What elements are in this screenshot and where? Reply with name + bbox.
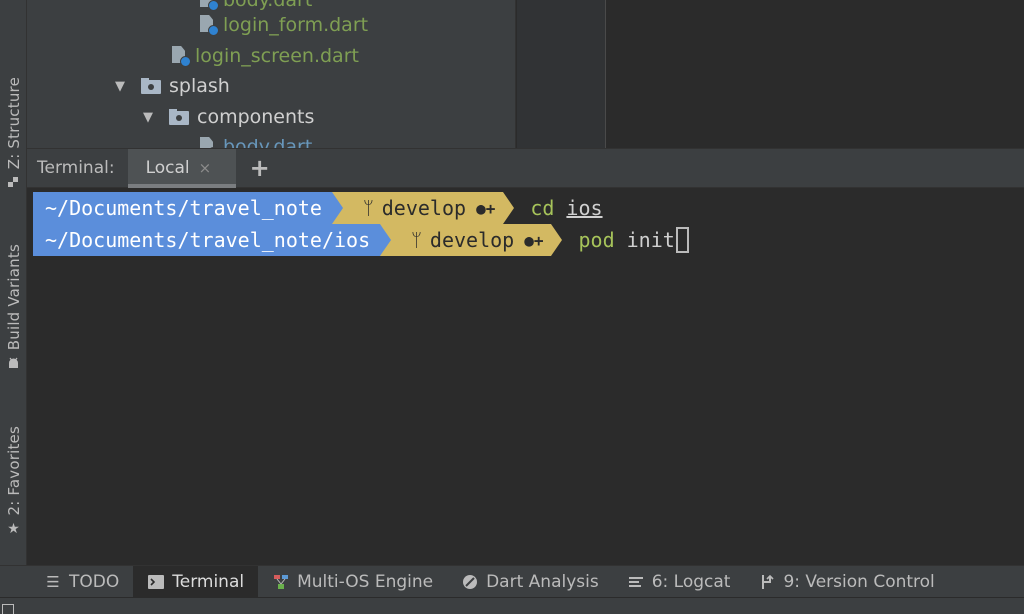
segment-separator bbox=[503, 192, 515, 224]
tree-item-login-form[interactable]: login_form.dart bbox=[199, 11, 368, 39]
folder-icon bbox=[141, 78, 161, 94]
android-icon bbox=[7, 356, 21, 370]
structure-icon bbox=[7, 175, 21, 189]
new-terminal-button[interactable]: + bbox=[250, 154, 270, 182]
prompt-line: ~/Documents/travel_note ᛘ develop ●+ cd … bbox=[33, 192, 603, 224]
prompt-branch: develop bbox=[429, 228, 515, 252]
terminal-tab-label: Terminal bbox=[172, 571, 245, 592]
git-branch-icon: ᛘ bbox=[362, 197, 374, 219]
terminal-output[interactable]: ~/Documents/travel_note ᛘ develop ●+ cd … bbox=[27, 188, 1024, 565]
segment-separator bbox=[380, 224, 392, 256]
multi-os-icon bbox=[272, 573, 290, 591]
logcat-tab[interactable]: 6: Logcat bbox=[613, 566, 745, 598]
terminal-cursor bbox=[675, 227, 689, 253]
structure-tab[interactable]: Z: Structure bbox=[0, 66, 27, 200]
prompt-path: ~/Documents/travel_note/ios bbox=[33, 224, 381, 256]
prompt-branch: develop bbox=[381, 196, 467, 220]
key-icon: ●+ bbox=[476, 198, 496, 218]
project-tree: body.dart login_form.dart login_screen.d… bbox=[27, 0, 516, 148]
todo-tab[interactable]: ☰ TODO bbox=[30, 566, 133, 598]
multi-os-engine-tab-label: Multi-OS Engine bbox=[297, 571, 434, 592]
active-tab-indicator bbox=[127, 183, 236, 188]
tree-item-label: login_screen.dart bbox=[195, 45, 359, 67]
tree-item-body-dart-2[interactable]: body.dart bbox=[199, 133, 312, 148]
favorites-tab-label: 2: Favorites bbox=[4, 426, 23, 516]
prompt-git-segment: ᛘ develop ●+ bbox=[391, 224, 552, 256]
multi-os-engine-tab[interactable]: Multi-OS Engine bbox=[258, 566, 447, 598]
tree-item-splash[interactable]: ▼ splash bbox=[115, 72, 230, 100]
dart-analysis-icon bbox=[461, 573, 479, 591]
terminal-header: Terminal: Local × + bbox=[27, 148, 1024, 188]
build-variants-tab[interactable]: Build Variants bbox=[0, 232, 27, 382]
version-control-icon bbox=[758, 573, 776, 591]
dart-file-icon bbox=[171, 45, 191, 67]
tool-windows-toggle-icon[interactable] bbox=[2, 604, 14, 614]
logcat-tab-label: 6: Logcat bbox=[651, 571, 731, 592]
tree-item-label: login_form.dart bbox=[223, 14, 369, 36]
editor-gutter-panel bbox=[517, 0, 605, 148]
prompt-line: ~/Documents/travel_note/ios ᛘ develop ●+… bbox=[33, 224, 689, 256]
expand-arrow-icon[interactable]: ▼ bbox=[143, 110, 157, 125]
dart-file-icon bbox=[199, 0, 219, 11]
tree-item-label: body.dart bbox=[223, 0, 313, 11]
segment-separator bbox=[331, 192, 343, 224]
status-bar bbox=[0, 597, 1024, 614]
version-control-tab-label: 9: Version Control bbox=[783, 571, 935, 592]
tree-item-components[interactable]: ▼ components bbox=[143, 103, 314, 131]
dart-file-icon bbox=[199, 136, 219, 148]
version-control-tab[interactable]: 9: Version Control bbox=[744, 566, 948, 598]
close-icon[interactable]: × bbox=[199, 159, 212, 177]
terminal-title: Terminal: bbox=[37, 158, 115, 178]
star-icon: ★ bbox=[7, 520, 20, 537]
structure-tab-label: Z: Structure bbox=[4, 76, 23, 170]
terminal-icon bbox=[147, 573, 165, 591]
git-branch-icon: ᛘ bbox=[411, 229, 422, 251]
list-icon: ☰ bbox=[46, 572, 60, 591]
editor-area bbox=[605, 0, 1024, 148]
tree-item-label: splash bbox=[169, 75, 230, 97]
command-text: pod bbox=[578, 228, 615, 252]
favorites-tab[interactable]: ★ 2: Favorites bbox=[0, 412, 27, 550]
command-argument: ios bbox=[566, 196, 603, 220]
expand-arrow-icon[interactable]: ▼ bbox=[115, 79, 129, 94]
todo-tab-label: TODO bbox=[69, 571, 120, 592]
tree-item-login-screen[interactable]: login_screen.dart bbox=[171, 42, 359, 70]
terminal-tab-label: Local bbox=[145, 158, 190, 178]
prompt-path: ~/Documents/travel_note bbox=[33, 192, 332, 224]
logcat-icon bbox=[627, 573, 645, 591]
terminal-tab[interactable]: Terminal bbox=[133, 565, 259, 598]
prompt-git-segment: ᛘ develop ●+ bbox=[342, 192, 504, 224]
left-tool-strip: Z: Structure Build Variants ★ 2: Favorit… bbox=[0, 0, 27, 565]
tree-item-label: body.dart bbox=[223, 136, 313, 148]
command-text: cd bbox=[530, 196, 555, 220]
dart-file-icon bbox=[199, 14, 219, 36]
dart-analysis-tab-label: Dart Analysis bbox=[486, 571, 599, 592]
terminal-tab-local[interactable]: Local × bbox=[127, 148, 236, 188]
tree-item-label: components bbox=[197, 106, 315, 128]
dart-analysis-tab[interactable]: Dart Analysis bbox=[447, 566, 613, 598]
key-icon: ●+ bbox=[524, 230, 544, 250]
segment-separator bbox=[551, 224, 563, 256]
tool-window-bar: ☰ TODO Terminal Multi-OS Engine Dart Ana… bbox=[0, 565, 1024, 598]
command-argument: init bbox=[626, 228, 675, 252]
build-variants-tab-label: Build Variants bbox=[4, 243, 23, 351]
folder-icon bbox=[169, 109, 189, 125]
